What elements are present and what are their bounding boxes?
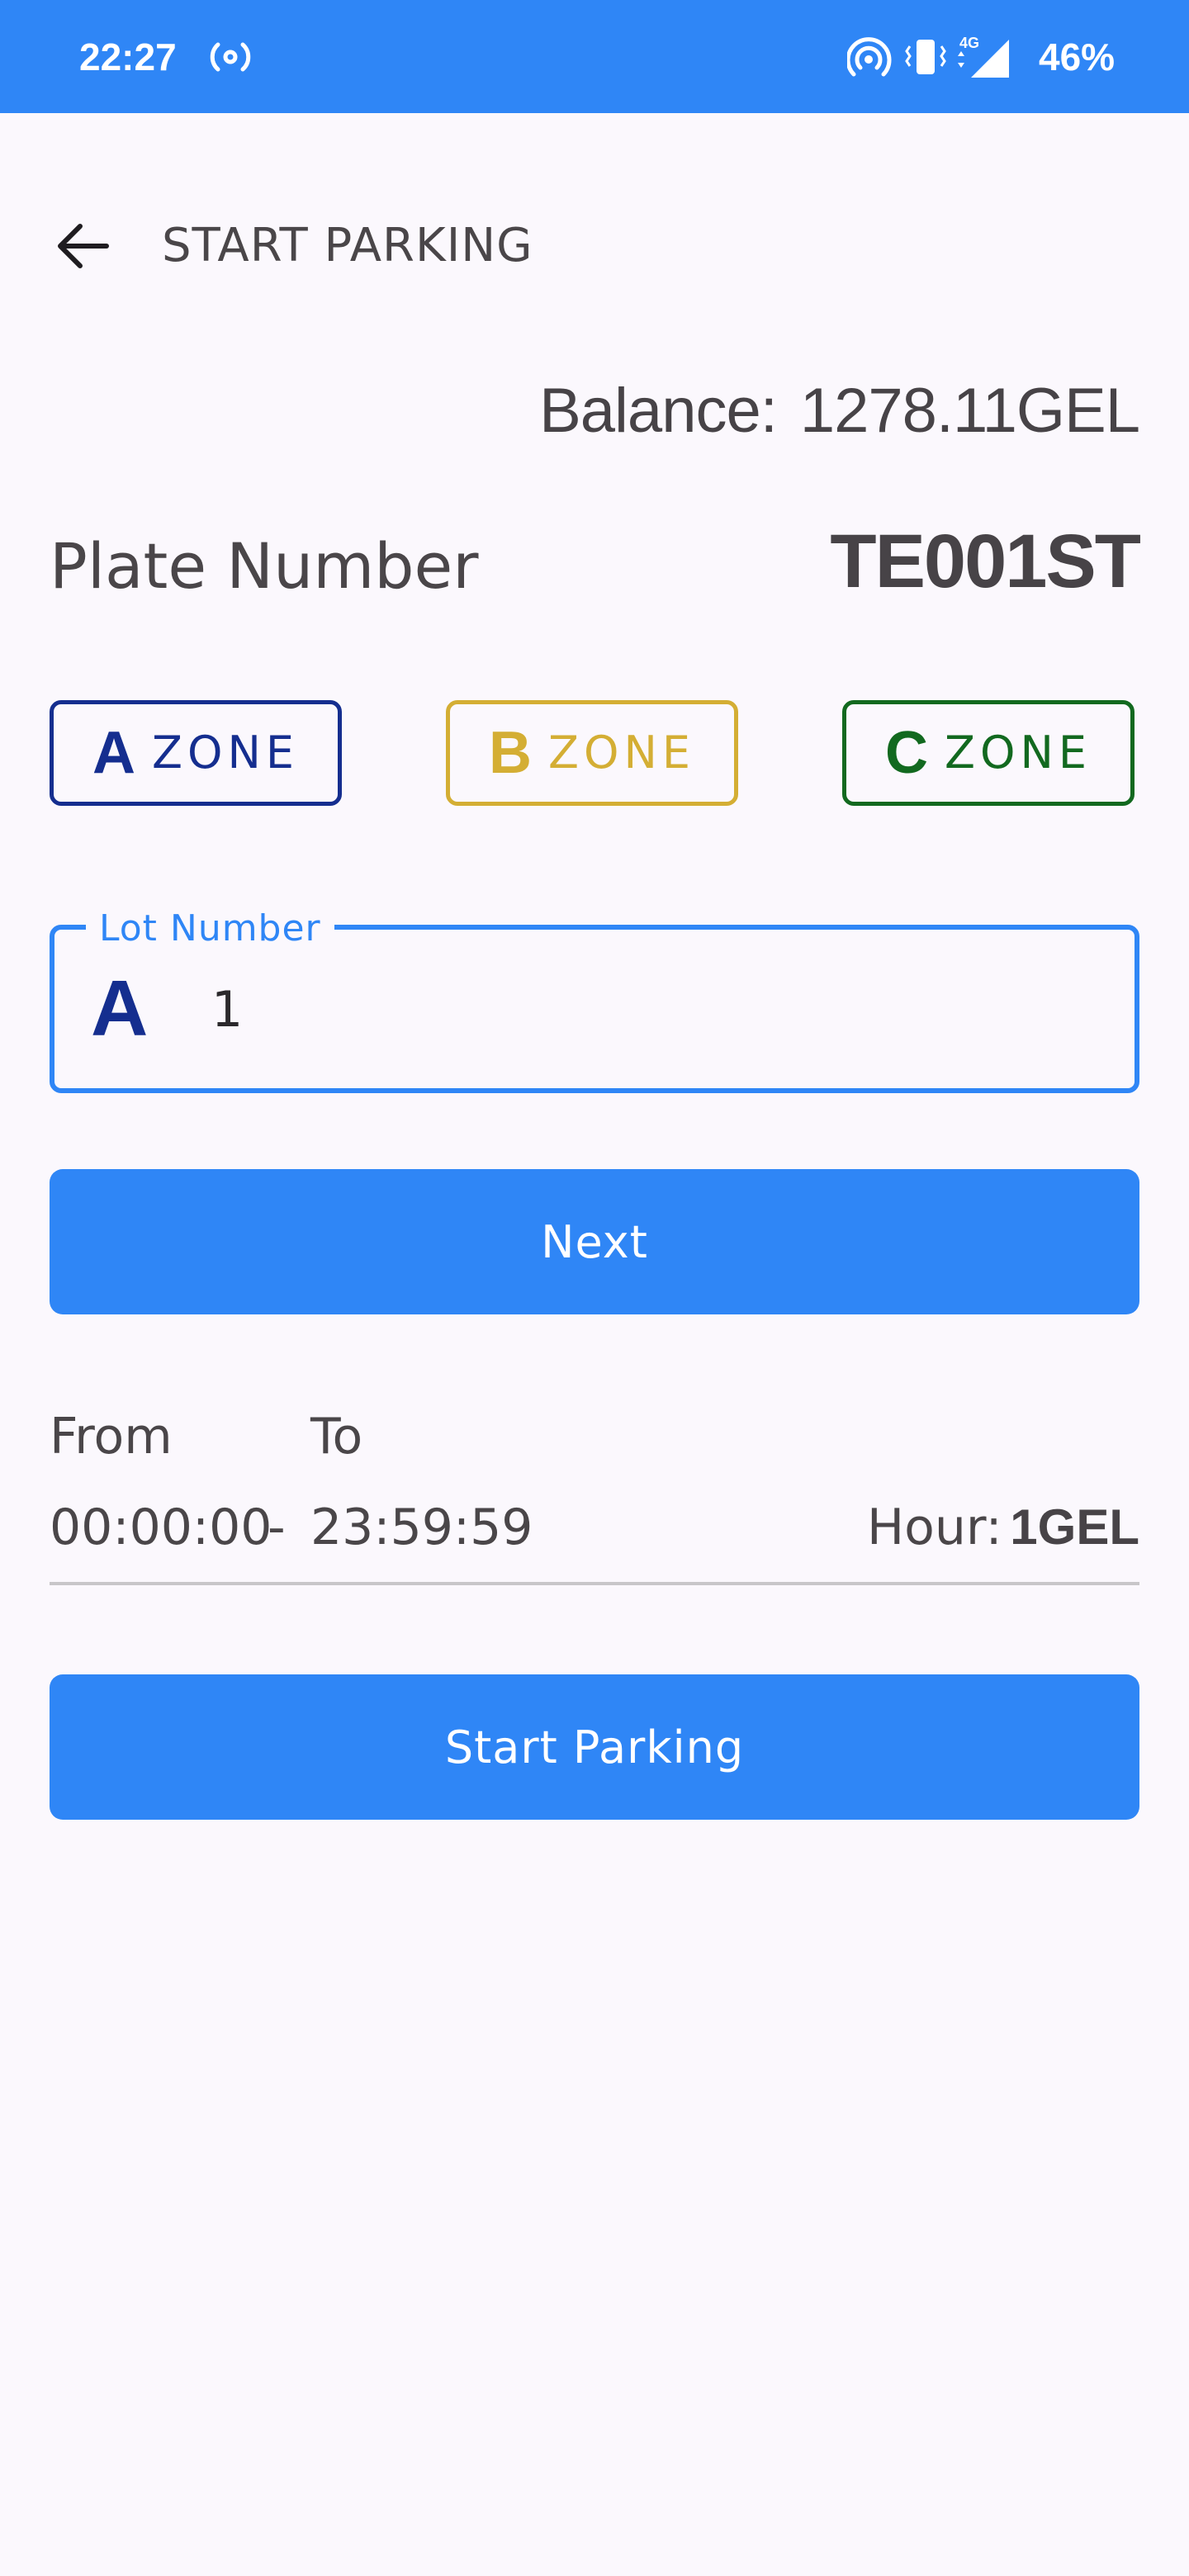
lot-number-label: Lot Number	[86, 907, 334, 951]
zone-b-letter: B	[488, 720, 532, 786]
zone-c-letter: C	[884, 720, 928, 786]
hour-price: 1GEL	[1010, 1499, 1139, 1555]
plate-number-value[interactable]: TE001ST	[830, 519, 1141, 604]
balance-value: 1278.11GEL	[799, 376, 1140, 446]
lot-number-input[interactable]	[211, 973, 1103, 1047]
vibrate-icon	[905, 40, 946, 74]
balance-row: Balance: 1278.11GEL	[539, 373, 1140, 449]
zone-c-label: ZONE	[944, 727, 1092, 779]
zone-b-button[interactable]: B ZONE	[446, 700, 738, 806]
hour-label: Hour:	[867, 1499, 1002, 1556]
to-time: 23:59:59	[310, 1499, 533, 1556]
page-title: START PARKING	[162, 219, 533, 272]
to-label: To	[310, 1408, 363, 1466]
zone-a-label: ZONE	[151, 727, 299, 779]
status-icons: 4G	[847, 35, 1009, 78]
balance-label: Balance:	[539, 376, 778, 446]
status-time: 22:27	[79, 36, 177, 78]
arrow-left-icon	[58, 224, 109, 268]
lot-zone-prefix: A	[91, 964, 149, 1053]
plate-number-label: Plate Number	[50, 529, 479, 603]
status-bar: 22:27 4G 46%	[0, 0, 1189, 113]
from-label: From	[50, 1408, 173, 1466]
back-button[interactable]	[43, 206, 122, 286]
zone-c-button[interactable]: C ZONE	[842, 700, 1135, 806]
zone-b-label: ZONE	[547, 727, 695, 779]
zone-a-letter: A	[92, 720, 135, 786]
signal-icon: 4G	[958, 35, 1009, 78]
radio-icon	[210, 42, 251, 72]
battery-percentage: 46%	[1039, 36, 1116, 78]
time-separator: -	[268, 1499, 286, 1556]
next-button[interactable]: Next	[50, 1169, 1139, 1314]
svg-text:4G: 4G	[959, 35, 979, 51]
hotspot-icon	[847, 37, 892, 77]
start-parking-button[interactable]: Start Parking	[50, 1674, 1139, 1820]
from-time: 00:00:00	[50, 1499, 272, 1556]
zone-a-button[interactable]: A ZONE	[50, 700, 342, 806]
divider	[50, 1582, 1139, 1585]
